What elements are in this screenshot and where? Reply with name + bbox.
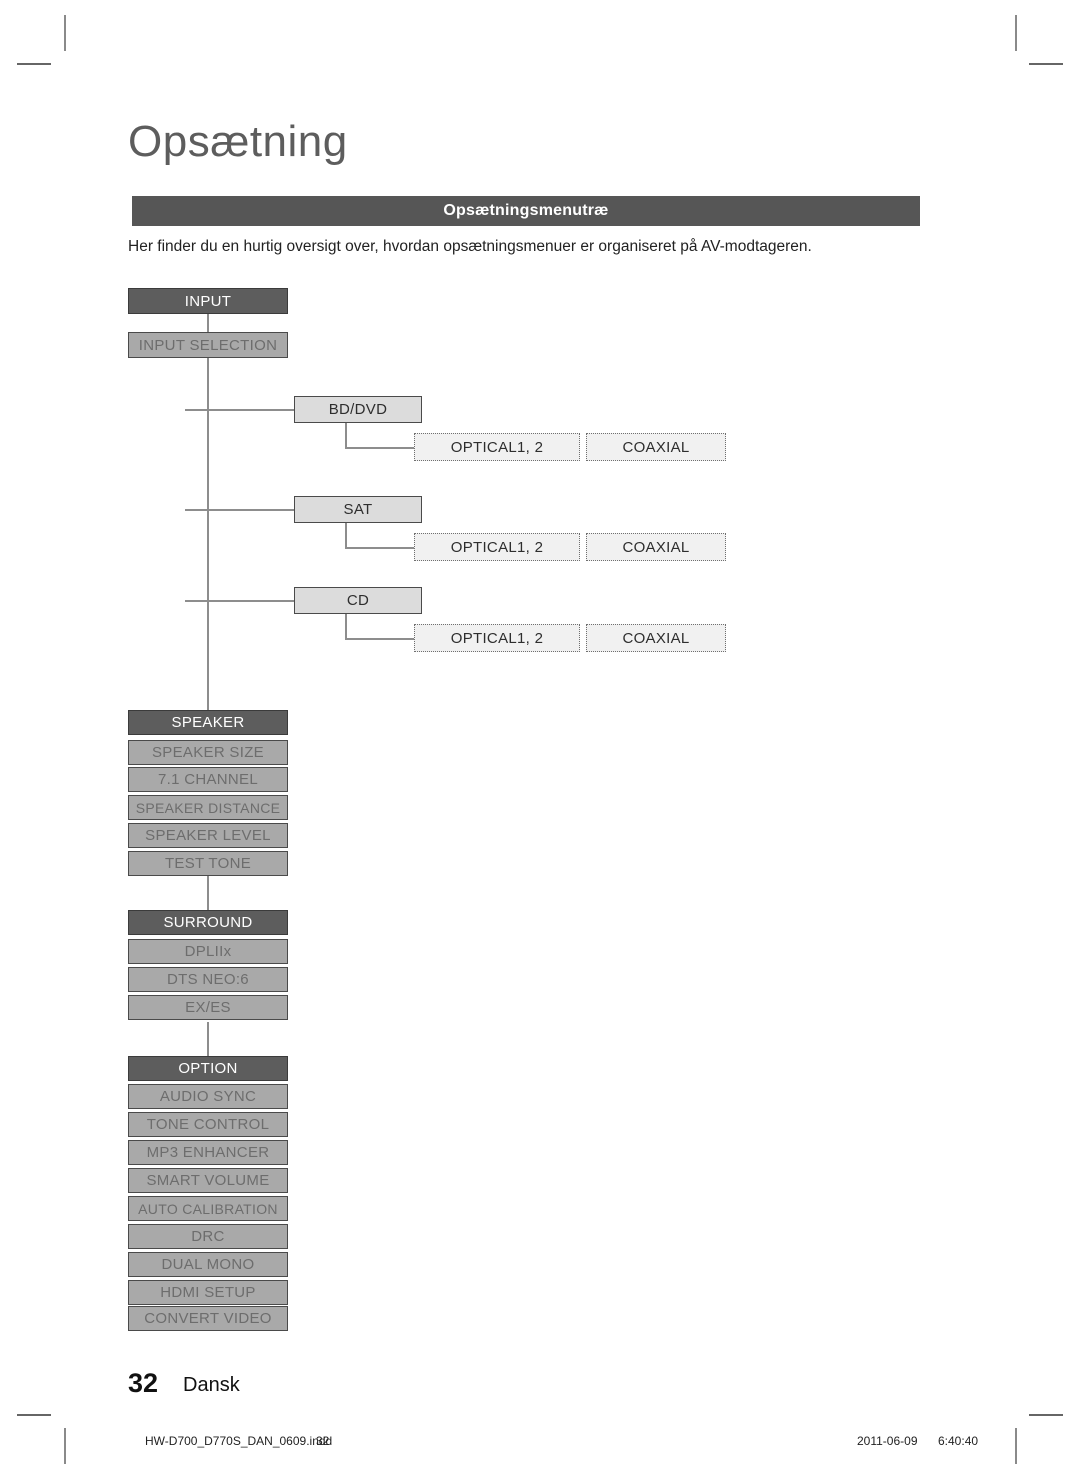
node-surround-header[interactable]: SURROUND	[128, 910, 288, 935]
connector-cd-to-leaves	[345, 638, 415, 640]
node-speaker-item-7-1-channel[interactable]: 7.1 CHANNEL	[128, 767, 288, 792]
node-source-cd[interactable]: CD	[294, 587, 422, 614]
page-language-label: Dansk	[183, 1374, 240, 1396]
connector-bd-dvd-down	[345, 423, 347, 448]
footer-date: 2011-06-09	[857, 1434, 918, 1448]
node-option-item-auto-calibration[interactable]: AUTO CALIBRATION	[128, 1196, 288, 1221]
node-source-sat[interactable]: SAT	[294, 496, 422, 523]
node-option-item-hdmi-setup[interactable]: HDMI SETUP	[128, 1280, 288, 1305]
node-leaf-cd-coaxial[interactable]: COAXIAL	[586, 624, 726, 652]
node-option-header[interactable]: OPTION	[128, 1056, 288, 1081]
node-option-item-dual-mono[interactable]: DUAL MONO	[128, 1252, 288, 1277]
node-speaker-item-test-tone[interactable]: TEST TONE	[128, 851, 288, 876]
node-leaf-sat-optical[interactable]: OPTICAL1, 2	[414, 533, 580, 561]
node-option-item-drc[interactable]: DRC	[128, 1224, 288, 1249]
connector-sat-to-leaves	[345, 547, 415, 549]
connector-surround-to-option	[207, 1022, 209, 1056]
setup-menu-tree-diagram: INPUT INPUT SELECTION BD/DVD OPTICAL1, 2…	[0, 0, 1080, 1479]
node-option-item-mp3-enhancer[interactable]: MP3 ENHANCER	[128, 1140, 288, 1165]
connector-trunk-input-branches	[207, 358, 209, 710]
node-input-selection[interactable]: INPUT SELECTION	[128, 332, 288, 358]
footer-time: 6:40:40	[938, 1434, 979, 1448]
footer-page-number: 32	[316, 1434, 330, 1448]
node-surround-item-ex-es[interactable]: EX/ES	[128, 995, 288, 1020]
connector-branch-sat	[185, 509, 300, 511]
node-speaker-header[interactable]: SPEAKER	[128, 710, 288, 735]
node-option-item-tone-control[interactable]: TONE CONTROL	[128, 1112, 288, 1137]
connector-bd-dvd-to-leaves	[345, 447, 415, 449]
connector-cd-down	[345, 614, 347, 639]
connector-speaker-to-surround	[207, 876, 209, 910]
node-leaf-cd-optical[interactable]: OPTICAL1, 2	[414, 624, 580, 652]
node-option-item-smart-volume[interactable]: SMART VOLUME	[128, 1168, 288, 1193]
connector-branch-bd-dvd	[185, 409, 300, 411]
node-speaker-item-speaker-distance[interactable]: SPEAKER DISTANCE	[128, 795, 288, 820]
node-leaf-bd-dvd-optical[interactable]: OPTICAL1, 2	[414, 433, 580, 461]
footer-filename: HW-D700_D770S_DAN_0609.indd	[145, 1434, 333, 1448]
connector-branch-cd	[185, 600, 300, 602]
node-input-header[interactable]: INPUT	[128, 288, 288, 314]
node-surround-item-dts-neo-6[interactable]: DTS NEO:6	[128, 967, 288, 992]
node-speaker-item-speaker-size[interactable]: SPEAKER SIZE	[128, 740, 288, 765]
page-number: 32	[128, 1368, 159, 1398]
connector-sat-down	[345, 523, 347, 548]
node-source-bd-dvd[interactable]: BD/DVD	[294, 396, 422, 423]
node-option-item-audio-sync[interactable]: AUDIO SYNC	[128, 1084, 288, 1109]
node-speaker-item-speaker-level[interactable]: SPEAKER LEVEL	[128, 823, 288, 848]
node-option-item-convert-video[interactable]: CONVERT VIDEO	[128, 1306, 288, 1331]
node-leaf-sat-coaxial[interactable]: COAXIAL	[586, 533, 726, 561]
node-leaf-bd-dvd-coaxial[interactable]: COAXIAL	[586, 433, 726, 461]
node-surround-item-dpliix[interactable]: DPLIIx	[128, 939, 288, 964]
